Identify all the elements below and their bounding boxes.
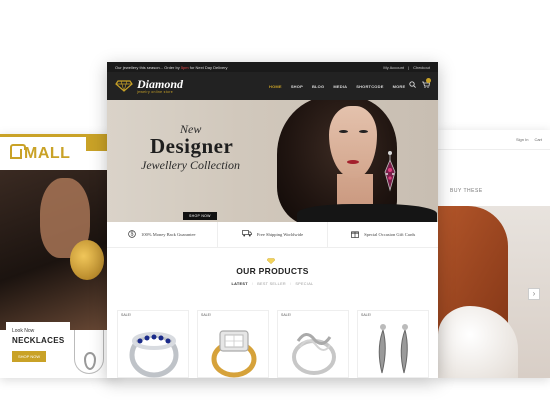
feature-text: 100% Money Back Guarantee	[141, 232, 196, 237]
tab-special[interactable]: SPECIAL	[295, 282, 313, 286]
diamond-divider-icon	[267, 258, 275, 264]
earring-image	[70, 240, 104, 280]
product-card[interactable]: SALE!	[197, 310, 269, 378]
sale-badge: SALE!	[281, 313, 291, 317]
necklace-image	[74, 330, 104, 374]
promo-highlight: 5pm	[180, 64, 189, 70]
shop-icon	[10, 143, 26, 159]
feature-free-shipping: Free Shipping Worldwide	[218, 222, 329, 247]
sale-badge: SALE!	[361, 313, 371, 317]
hero-shop-now-button[interactable]: SHOP NOW	[183, 212, 217, 220]
left-card-eyebrow: Look Now	[12, 328, 35, 334]
main-nav: HOME SHOP BLOG MEDIA SHORTCODE MORE	[269, 72, 405, 100]
left-logo-text: MALL	[24, 144, 71, 162]
sale-badge: SALE!	[121, 313, 131, 317]
products-section-title: OUR PRODUCTS	[236, 266, 309, 276]
diamond-icon	[115, 80, 133, 92]
my-account-link[interactable]: My Account	[383, 65, 404, 70]
promo-bar: Our jewellery this season... Order by 5p…	[107, 62, 438, 72]
chandelier-earring-image	[384, 151, 396, 192]
drop-earrings-image	[378, 324, 408, 374]
main-header: Diamond jewelry online store HOME SHOP B…	[107, 72, 438, 100]
nav-media[interactable]: MEDIA	[333, 84, 347, 89]
search-icon[interactable]	[409, 81, 416, 88]
left-hero-photo	[0, 170, 118, 330]
right-cart-link[interactable]: Cart	[534, 137, 542, 142]
account-links: My Account | Checkout	[383, 64, 430, 70]
tab-best-seller[interactable]: BEST SELLER	[257, 282, 286, 286]
nav-shortcode[interactable]: SHORTCODE	[356, 84, 383, 89]
product-card[interactable]: SALE!	[117, 310, 189, 378]
truck-icon	[241, 230, 252, 239]
nav-home[interactable]: HOME	[269, 84, 282, 89]
twisted-ring-image	[292, 333, 336, 375]
brand-name: Diamond	[137, 77, 184, 91]
showcase-stage: MALL Look Now NECKLACES SHOP NOW Sign In…	[0, 0, 550, 400]
header-icons	[409, 78, 431, 88]
gift-icon	[351, 230, 359, 240]
left-logo[interactable]: MALL	[0, 143, 71, 163]
cart-icon[interactable]	[422, 78, 431, 88]
feature-text: Free Shipping Worldwide	[256, 232, 304, 237]
main-diamond-screen: Our jewellery this season... Order by 5p…	[107, 62, 438, 378]
tab-latest[interactable]: LATEST	[232, 282, 248, 286]
svg-text:$: $	[131, 231, 134, 237]
gold-diamond-ring-image	[211, 330, 257, 378]
feature-text: Special Occasion Gift Cards	[364, 232, 416, 237]
product-tabs: LATEST / BEST SELLER / SPECIAL	[231, 282, 314, 286]
hero-model-image	[257, 100, 438, 222]
sale-badge: SALE!	[201, 313, 211, 317]
right-screen: Sign In Cart BUY THESE ›	[438, 130, 550, 378]
hero-title: Designer	[150, 134, 234, 158]
right-buy-label: BUY THESE	[450, 188, 483, 194]
feature-gift-cards: Special Occasion Gift Cards	[328, 222, 438, 247]
left-shop-now-button[interactable]: SHOP NOW	[12, 351, 47, 362]
product-card[interactable]: SALE!	[277, 310, 349, 378]
checkout-link[interactable]: Checkout	[413, 65, 430, 70]
nav-more[interactable]: MORE	[393, 84, 406, 89]
hero-subtitle: Jewellery Collection	[141, 158, 240, 172]
features-bar: $ 100% Money Back Guarantee Free Shippin…	[107, 222, 438, 248]
promo-text: Our jewellery this season... Order by 5p…	[115, 64, 228, 70]
dollar-icon: $	[128, 229, 136, 240]
sapphire-ring-image	[129, 332, 179, 378]
hero-banner: New Designer Jewellery Collection SHOP N…	[107, 100, 438, 222]
product-card[interactable]: SALE!	[357, 310, 429, 378]
cart-count-badge	[426, 78, 431, 83]
brand-logo[interactable]: Diamond jewelry online store	[115, 78, 183, 94]
nav-shop[interactable]: SHOP	[291, 84, 303, 89]
next-arrow-icon[interactable]: ›	[528, 288, 540, 300]
left-card-title: NECKLACES	[12, 336, 65, 345]
nav-blog[interactable]: BLOG	[312, 84, 324, 89]
left-promo-card: Look Now NECKLACES SHOP NOW	[6, 322, 70, 376]
left-mall-screen: MALL Look Now NECKLACES SHOP NOW	[0, 134, 118, 378]
product-grid: SALE! SALE! SALE! SALE!	[117, 310, 430, 378]
right-top-bar: Sign In Cart	[438, 130, 550, 150]
right-signin-link[interactable]: Sign In	[516, 137, 528, 142]
feature-money-back: $ 100% Money Back Guarantee	[107, 222, 218, 247]
